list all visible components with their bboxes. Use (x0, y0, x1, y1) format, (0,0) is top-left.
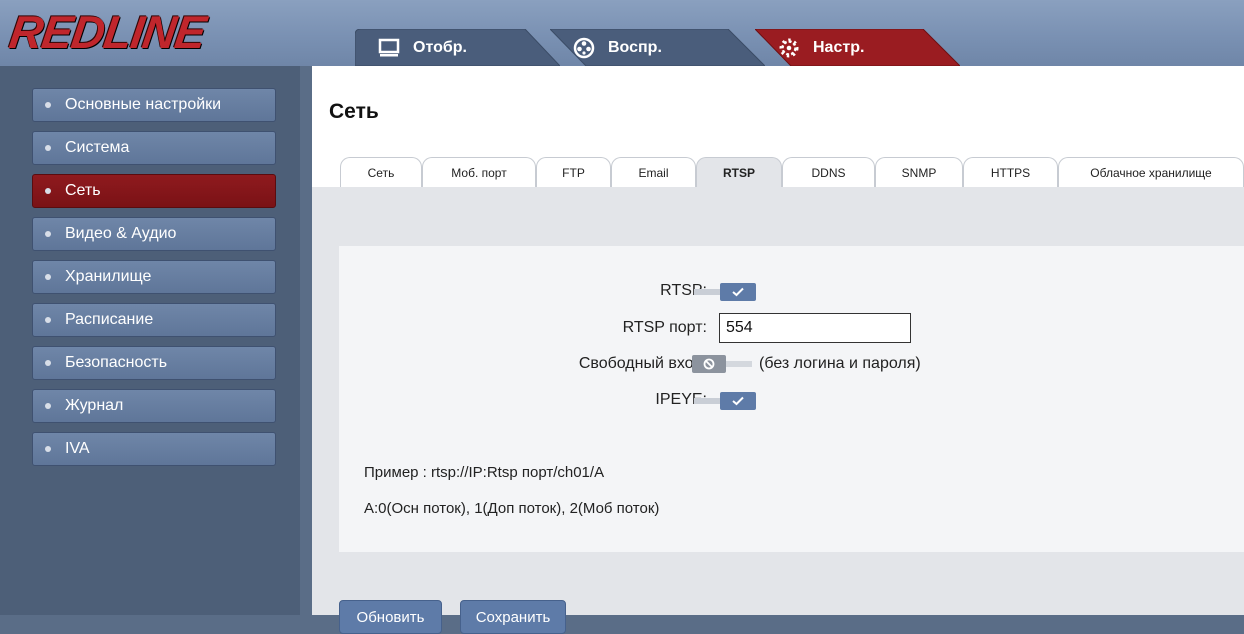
bullet-icon (45, 102, 51, 108)
monitor-icon (377, 36, 401, 60)
redline-logo: REDLINE (6, 6, 209, 58)
page-title: Сеть (329, 100, 379, 123)
tab-ddns[interactable]: DDNS (782, 157, 875, 187)
tab-email[interactable]: Email (611, 157, 696, 187)
bullet-icon (45, 145, 51, 151)
tab-https[interactable]: HTTPS (963, 157, 1058, 187)
sidebar-item-label: Видео & Аудио (65, 225, 177, 242)
sidebar-item-basic-settings[interactable]: Основные настройки (32, 88, 276, 122)
sidebar-item-label: Сеть (65, 182, 101, 199)
rtsp-port-input[interactable] (719, 313, 911, 343)
sidebar-item-security[interactable]: Безопасность (32, 346, 276, 380)
main-content: Сеть Сеть Моб. порт FTP Email RTSP DDNS … (312, 66, 1244, 634)
sidebar-item-label: Журнал (65, 397, 124, 414)
free-login-toggle[interactable] (692, 355, 754, 373)
bullet-icon (45, 360, 51, 366)
bullet-icon (45, 446, 51, 452)
check-icon (720, 392, 756, 410)
bullet-icon (45, 317, 51, 323)
free-login-hint: (без логина и пароля) (759, 355, 921, 372)
sidebar-item-system[interactable]: Система (32, 131, 276, 165)
bullet-icon (45, 403, 51, 409)
nav-tab-label: Воспр. (608, 38, 662, 56)
tab-cloud-storage[interactable]: Облачное хранилище (1058, 157, 1244, 187)
ipeye-toggle[interactable] (694, 392, 756, 410)
free-login-label: Свободный вход: (578, 355, 707, 372)
sidebar-item-video-audio[interactable]: Видео & Аудио (32, 217, 276, 251)
sidebar-item-iva[interactable]: IVA (32, 432, 276, 466)
sidebar-item-label: Расписание (65, 311, 154, 328)
sidebar-item-label: Система (65, 139, 130, 156)
check-icon (720, 283, 756, 301)
film-reel-icon (572, 36, 596, 60)
tab-ftp[interactable]: FTP (536, 157, 611, 187)
nav-tab-display[interactable]: Отобр. (355, 29, 560, 66)
tab-snmp[interactable]: SNMP (875, 157, 963, 187)
rtsp-toggle[interactable] (694, 283, 756, 301)
stream-legend-text: A:0(Осн поток), 1(Доп поток), 2(Моб пото… (364, 500, 660, 517)
nav-tab-settings[interactable]: Настр. (755, 29, 960, 66)
sidebar-item-storage[interactable]: Хранилище (32, 260, 276, 294)
refresh-button[interactable]: Обновить (339, 600, 442, 634)
sidebar-item-label: Безопасность (65, 354, 168, 371)
top-header: REDLINE Отобр. Воспр. Настр. (0, 0, 1244, 66)
sidebar-item-network[interactable]: Сеть (32, 174, 276, 208)
sidebar-item-label: IVA (65, 440, 90, 457)
toggle-track (726, 361, 752, 367)
sidebar-item-label: Основные настройки (65, 96, 222, 113)
sidebar-item-log[interactable]: Журнал (32, 389, 276, 423)
sidebar-item-schedule[interactable]: Расписание (32, 303, 276, 337)
save-button[interactable]: Сохранить (460, 600, 566, 634)
rtsp-example-text: Пример : rtsp://IP:Rtsp порт/ch01/A (364, 464, 605, 481)
nav-tab-label: Отобр. (413, 38, 467, 56)
tab-mobile-port[interactable]: Моб. порт (422, 157, 536, 187)
sidebar: Основные настройки Система Сеть Видео & … (0, 66, 300, 615)
gear-icon (777, 36, 801, 60)
tab-rtsp[interactable]: RTSP (696, 157, 782, 187)
rtsp-settings-panel: RTSP: RTSP порт: Свободный вход: (без ло… (339, 246, 1244, 552)
bullet-icon (45, 274, 51, 280)
rtsp-port-label: RTSP порт: (622, 319, 707, 336)
ipeye-label: IPEYE: (655, 391, 707, 408)
bullet-icon (45, 188, 51, 194)
nav-tab-playback[interactable]: Воспр. (550, 29, 765, 66)
sidebar-item-label: Хранилище (65, 268, 152, 285)
bullet-icon (45, 231, 51, 237)
tab-network[interactable]: Сеть (340, 157, 422, 187)
nav-tab-label: Настр. (813, 38, 865, 56)
rtsp-label: RTSP: (660, 282, 707, 299)
disabled-icon (692, 355, 726, 373)
